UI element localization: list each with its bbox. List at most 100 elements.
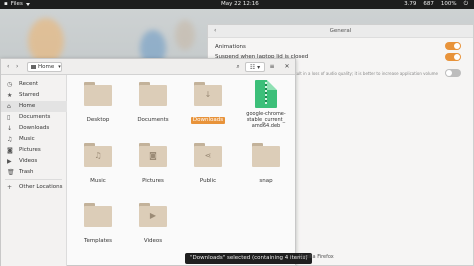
home-icon: ⌂	[7, 103, 11, 110]
firefox-window-title[interactable]: - Mozilla Firefox	[295, 254, 334, 260]
sidebar-item-home[interactable]: ⌂ Home	[1, 101, 67, 112]
sidebar-item-documents[interactable]: ▯ Documents	[1, 112, 67, 123]
file-label: Pictures	[142, 178, 164, 184]
sidebar-item-recent[interactable]: ◷ Recent	[1, 79, 67, 90]
sidebar-item-label: Downloads	[19, 125, 50, 131]
sidebar-item-music[interactable]: ♫ Music	[1, 134, 67, 145]
share-icon: ⋖	[204, 151, 212, 160]
wallpaper-shape	[175, 20, 195, 50]
forward-button[interactable]: ›	[16, 63, 18, 70]
clock[interactable]: May 22 12:16	[221, 0, 259, 9]
net-speed: 3.79	[404, 1, 417, 7]
sidebar-item-label: Pictures	[19, 147, 41, 153]
folder-icon	[252, 143, 280, 167]
app-menu[interactable]: ▪ Files	[4, 0, 30, 9]
folder-pictures[interactable]: ◙ Pictures	[129, 143, 177, 186]
download-icon: ↓	[204, 90, 212, 99]
menu-button[interactable]: ≡	[267, 62, 277, 72]
sidebar-item-downloads[interactable]: ↓ Downloads	[1, 123, 67, 134]
folder-icon	[84, 203, 112, 227]
app-menu-label: Files	[10, 1, 23, 7]
top-bar: ▪ Files May 22 12:16 3.79 687 100% ⏻	[0, 0, 474, 9]
view-options-button[interactable]: ☷ ▾	[245, 62, 265, 72]
camera-icon: ◙	[149, 151, 157, 160]
file-label: google-chrome-stable_current_ amd64.deb	[246, 111, 286, 129]
sidebar-item-videos[interactable]: ▶ Videos	[1, 156, 67, 167]
toggle-knob	[446, 70, 452, 76]
power-icon[interactable]: ⏻	[464, 0, 468, 9]
music-icon: ♫	[7, 136, 13, 143]
music-icon: ♫	[94, 151, 102, 160]
folder-videos[interactable]: ▶ Videos	[129, 203, 177, 246]
file-chrome-deb[interactable]: google-chrome-stable_current_ amd64.deb	[239, 80, 293, 131]
file-grid: Desktop Documents ↓ Downloads google-chr…	[67, 75, 295, 266]
folder-icon	[84, 82, 112, 106]
sidebar-item-other-locations[interactable]: + Other Locations	[1, 182, 67, 193]
files-app-icon: ▪	[4, 1, 8, 7]
folder-music[interactable]: ♫ Music	[74, 143, 122, 186]
file-label: Music	[90, 178, 106, 184]
volume-toggle[interactable]	[445, 69, 461, 77]
file-label: Documents	[137, 117, 169, 123]
star-icon: ★	[7, 92, 13, 99]
sidebar-item-pictures[interactable]: ◙ Pictures	[1, 145, 67, 156]
file-label: Templates	[84, 238, 112, 244]
trash-icon: 🗑	[7, 169, 15, 176]
sidebar-item-label: Starred	[19, 92, 40, 98]
file-label: snap	[259, 178, 273, 184]
folder-icon: ▶	[139, 203, 167, 227]
path-label: Home	[38, 64, 55, 70]
picture-icon: ◙	[7, 147, 13, 154]
sidebar-item-trash[interactable]: 🗑 Trash	[1, 167, 67, 178]
toggle-knob	[454, 43, 460, 49]
sidebar-item-label: Videos	[19, 158, 38, 164]
download-icon: ↓	[7, 125, 13, 132]
video-icon: ▶	[149, 211, 157, 220]
load-indicator: 687	[423, 1, 434, 7]
folder-icon: ↓	[194, 82, 222, 106]
sidebar-item-label: Recent	[19, 81, 39, 87]
file-label: Downloads	[190, 117, 226, 124]
folder-icon: ◙	[139, 143, 167, 167]
sidebar: ◷ Recent ★ Starred ⌂ Home ▯ Documents ↓ Downl…	[1, 75, 67, 266]
file-label: Public	[199, 178, 217, 184]
animations-label: Animations	[215, 44, 246, 50]
sidebar-item-label: Other Locations	[19, 184, 63, 190]
sidebar-divider	[5, 179, 62, 180]
search-button[interactable]: ⌕	[233, 62, 243, 72]
animations-toggle[interactable]	[445, 42, 461, 50]
sidebar-item-label: Documents	[19, 114, 51, 120]
folder-documents[interactable]: Documents	[129, 82, 177, 125]
folder-downloads[interactable]: ↓ Downloads	[184, 82, 232, 125]
settings-title: General	[329, 28, 352, 34]
video-icon: ▶	[7, 158, 12, 165]
chevron-down-icon	[25, 3, 30, 6]
status-bar-overlay: "Downloads" selected (containing 4 items…	[185, 253, 313, 264]
clock-icon: ◷	[7, 81, 13, 88]
sidebar-item-label: Home	[19, 103, 36, 109]
settings-header: ‹ General	[208, 25, 473, 38]
folder-icon: ♫	[84, 143, 112, 167]
sidebar-item-starred[interactable]: ★ Starred	[1, 90, 67, 101]
suspend-toggle[interactable]	[445, 53, 461, 61]
system-tray[interactable]: 3.79 687 100% ⏻	[404, 0, 468, 9]
deb-package-icon	[255, 80, 277, 108]
sidebar-item-label: Trash	[19, 169, 34, 175]
document-icon: ▯	[7, 114, 11, 121]
folder-desktop[interactable]: Desktop	[74, 82, 122, 125]
close-button[interactable]: ✕	[282, 62, 292, 72]
back-button[interactable]: ‹	[7, 63, 9, 70]
plus-icon: +	[7, 184, 13, 191]
folder-icon: ⋖	[194, 143, 222, 167]
toggle-knob	[454, 54, 460, 60]
chevron-down-icon: ▾	[58, 64, 61, 70]
folder-templates[interactable]: Templates	[74, 203, 122, 246]
file-label: Videos	[143, 238, 163, 244]
header-bar: ‹ › Home ▾ ⌕ ☷ ▾ ≡ ✕	[1, 59, 295, 75]
path-bar[interactable]: Home ▾	[27, 62, 62, 72]
folder-icon	[139, 82, 167, 106]
battery-level: 100%	[440, 1, 457, 7]
folder-snap[interactable]: snap	[242, 143, 290, 186]
folder-public[interactable]: ⋖ Public	[184, 143, 232, 186]
files-window: ‹ › Home ▾ ⌕ ☷ ▾ ≡ ✕ ◷ Recent ★ Starred ⌂ H…	[0, 58, 296, 266]
